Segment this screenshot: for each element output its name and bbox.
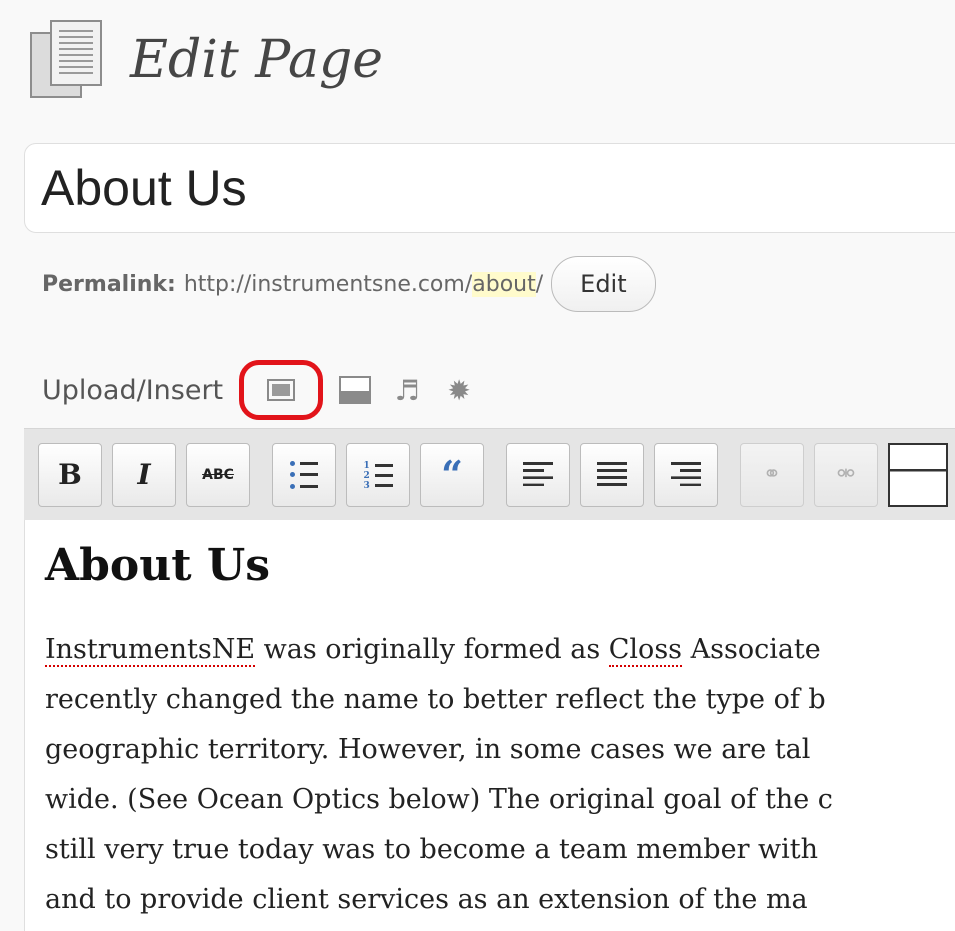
align-left-icon <box>523 461 553 488</box>
editor-toolbar: B I ABC 1 2 3 “ ⚭ ⚮ <box>24 428 955 520</box>
permalink-trailing-slash: / <box>535 271 544 297</box>
unlink-icon: ⚮ <box>836 462 856 487</box>
add-media-icon[interactable]: ✹ <box>439 370 479 410</box>
pages-icon <box>30 18 114 102</box>
insert-link-button[interactable]: ⚭ <box>740 442 804 507</box>
italic-button[interactable]: I <box>112 442 176 507</box>
misspelled-word[interactable]: InstrumentsNE <box>45 634 256 667</box>
content-line: geographic territory. However, in some c… <box>45 734 811 765</box>
permalink-edit-button[interactable]: Edit <box>551 256 656 312</box>
align-right-icon <box>671 461 701 488</box>
page-title: Edit Page <box>130 30 384 90</box>
add-video-icon[interactable] <box>335 370 375 410</box>
align-center-icon <box>597 461 627 488</box>
link-icon: ⚭ <box>762 462 782 487</box>
page-header: Edit Page <box>30 18 383 102</box>
permalink-label: Permalink: <box>42 271 176 297</box>
bulleted-list-icon <box>290 460 318 489</box>
add-audio-icon[interactable]: ♬ <box>387 370 427 410</box>
unlink-button[interactable]: ⚮ <box>814 442 878 507</box>
content-heading: About Us <box>45 540 271 591</box>
permalink-base-url: http://instrumentsne.com/ <box>183 271 473 297</box>
content-line: wide. (See Ocean Optics below) The origi… <box>45 784 833 815</box>
content-line: still very true today was to become a te… <box>45 834 819 865</box>
permalink-row: Permalink: http://instrumentsne.com/abou… <box>42 256 656 312</box>
strikethrough-button[interactable]: ABC <box>186 442 250 507</box>
numbered-list-icon: 1 2 3 <box>364 461 393 491</box>
numbered-list-button[interactable]: 1 2 3 <box>346 442 410 507</box>
content-text: Associate <box>682 634 821 665</box>
content-text: was originally formed as <box>255 634 609 665</box>
content-line: InstrumentsNE was originally formed as C… <box>45 625 955 675</box>
insert-more-icon[interactable] <box>888 442 948 507</box>
blockquote-button[interactable]: “ <box>420 442 484 507</box>
misspelled-word[interactable]: Closs <box>608 634 683 667</box>
upload-insert-row: Upload/Insert ♬ ✹ <box>42 360 479 420</box>
content-line: and to provide client services as an ext… <box>45 884 808 915</box>
content-line: recently changed the name to better refl… <box>45 684 826 715</box>
align-left-button[interactable] <box>506 442 570 507</box>
post-title-input[interactable]: About Us <box>24 143 955 233</box>
editor-content[interactable]: About Us InstrumentsNE was originally fo… <box>24 520 955 931</box>
upload-insert-label: Upload/Insert <box>42 374 224 406</box>
content-paragraph: InstrumentsNE was originally formed as C… <box>45 625 955 925</box>
align-right-button[interactable] <box>654 442 718 507</box>
permalink-slug[interactable]: about <box>472 271 536 297</box>
bold-button[interactable]: B <box>38 442 102 507</box>
bulleted-list-button[interactable] <box>272 442 336 507</box>
add-image-icon[interactable] <box>239 360 324 420</box>
blockquote-icon: “ <box>441 452 463 497</box>
align-center-button[interactable] <box>580 442 644 507</box>
